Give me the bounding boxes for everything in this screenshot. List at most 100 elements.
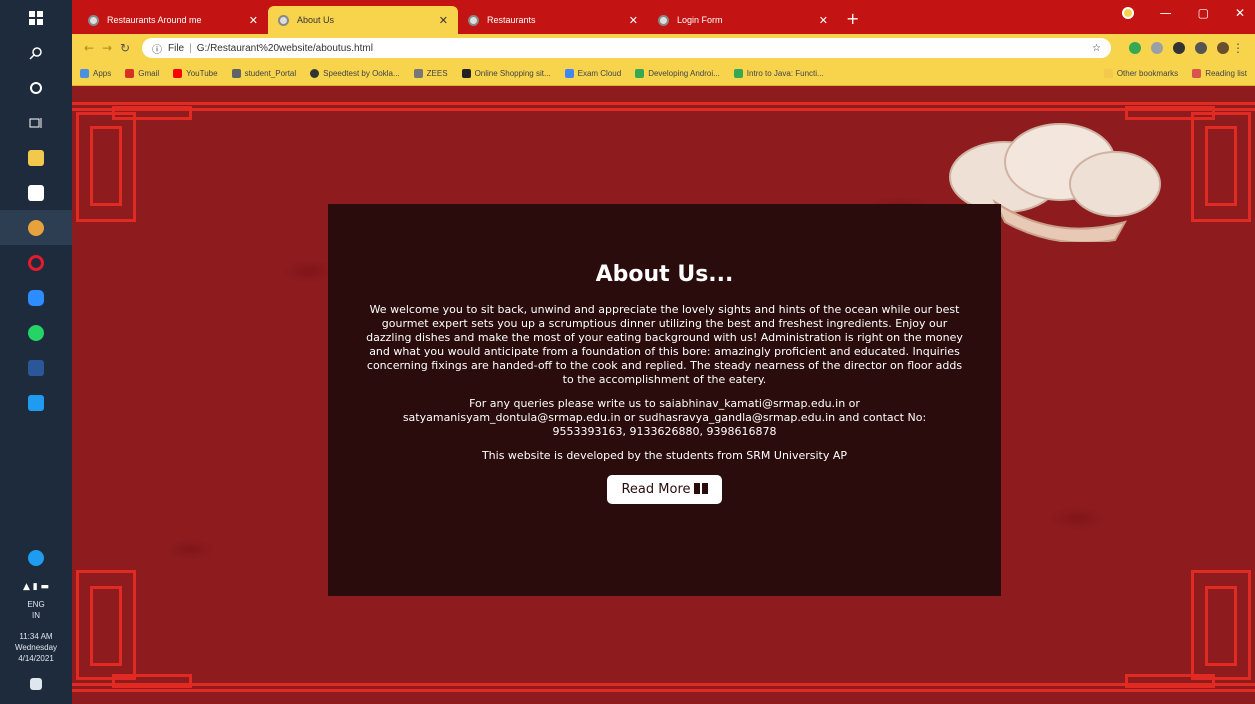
- minimize-icon[interactable]: —: [1160, 6, 1172, 20]
- bookmark-item[interactable]: Speedtest by Ookla...: [310, 69, 400, 78]
- opera-icon[interactable]: [0, 245, 72, 280]
- back-icon[interactable]: ←: [80, 41, 98, 55]
- bookmark-label: Developing Androi...: [648, 69, 720, 78]
- frame-bottom-line: [72, 689, 1255, 692]
- gmail-icon: [125, 69, 135, 78]
- url-separator: |: [189, 42, 192, 54]
- globe-icon: [658, 14, 669, 26]
- bookmark-item[interactable]: Online Shopping sit...: [461, 69, 551, 78]
- store-icon[interactable]: [0, 175, 72, 210]
- bookmark-item[interactable]: Intro to Java: Functi...: [733, 69, 824, 78]
- extension-icon[interactable]: [1151, 42, 1163, 54]
- url-scheme: File: [168, 42, 185, 54]
- tab-login-form[interactable]: Login Form ✕: [648, 6, 838, 34]
- bookmark-item[interactable]: student_Portal: [231, 69, 296, 78]
- close-icon[interactable]: ✕: [439, 14, 448, 27]
- file-explorer-icon[interactable]: [0, 140, 72, 175]
- whatsapp-icon[interactable]: [0, 315, 72, 350]
- maximize-icon[interactable]: ▢: [1198, 6, 1209, 20]
- read-more-button[interactable]: Read More: [607, 475, 722, 504]
- new-tab-button[interactable]: +: [846, 9, 859, 28]
- address-bar[interactable]: ⓘ File | G:/Restaurant%20website/aboutus…: [142, 38, 1111, 58]
- region-code: IN: [32, 611, 40, 620]
- bookmark-label: Gmail: [138, 69, 160, 78]
- toolbar: ← → ↻ ⓘ File | G:/Restaurant%20website/a…: [72, 34, 1255, 62]
- close-icon[interactable]: ✕: [629, 14, 638, 27]
- folder-icon: [1103, 69, 1113, 78]
- tab-restaurants-around-me[interactable]: Restaurants Around me ✕: [78, 6, 268, 34]
- other-bookmarks[interactable]: Other bookmarks: [1103, 69, 1178, 78]
- cloud-icon: [564, 69, 574, 78]
- frame-top-line: [72, 108, 1255, 111]
- bookmark-item[interactable]: YouTube: [173, 69, 218, 78]
- forward-icon[interactable]: →: [98, 41, 116, 55]
- bookmark-label: ZEES: [426, 69, 448, 78]
- speedtest-icon: [310, 69, 320, 78]
- globe-icon: [278, 14, 289, 26]
- page-viewport[interactable]: About Us... We welcome you to sit back, …: [72, 86, 1255, 704]
- task-view-icon[interactable]: [0, 105, 72, 140]
- frame-corner-inner: [1205, 586, 1237, 666]
- course-icon: [733, 69, 743, 78]
- lang-indicator[interactable]: ENG IN: [27, 599, 44, 621]
- clock[interactable]: 11:34 AM Wednesday 4/14/2021: [15, 631, 57, 664]
- cortana-icon[interactable]: [0, 70, 72, 105]
- system-tray: ▲ ▮ ▬ ENG IN 11:34 AM Wednesday 4/14/202…: [0, 540, 72, 704]
- bookmark-item[interactable]: Apps: [80, 69, 111, 78]
- reload-icon[interactable]: ↻: [116, 41, 134, 55]
- window-controls: — ▢ ✕: [1121, 6, 1245, 20]
- info-icon[interactable]: ⓘ: [152, 41, 162, 56]
- read-more-label: Read More: [621, 482, 691, 497]
- amazon-icon: [461, 69, 471, 78]
- bookmark-item[interactable]: ZEES: [413, 69, 448, 78]
- close-window-icon[interactable]: ✕: [1235, 6, 1245, 20]
- contact-info: For any queries please write us to saiab…: [402, 397, 927, 438]
- close-icon[interactable]: ✕: [819, 14, 828, 27]
- extension-icon[interactable]: [1173, 42, 1185, 54]
- about-description: We welcome you to sit back, unwind and a…: [366, 303, 963, 386]
- tab-strip: Restaurants Around me ✕ About Us ✕ Resta…: [72, 0, 1255, 34]
- frame-corner-inner: [1125, 106, 1215, 120]
- search-icon[interactable]: [0, 35, 72, 70]
- bookmark-label: Intro to Java: Functi...: [746, 69, 824, 78]
- clock-day: Wednesday: [14, 643, 58, 652]
- tab-label: About Us: [297, 15, 335, 25]
- frame-top-line: [72, 102, 1255, 105]
- tab-restaurants[interactable]: Restaurants ✕: [458, 6, 648, 34]
- menu-kebab-icon[interactable]: ⋮: [1229, 41, 1247, 55]
- apps-icon: [80, 69, 89, 78]
- frame-corner-inner: [90, 586, 122, 666]
- reading-list[interactable]: Reading list: [1192, 69, 1247, 78]
- windows-start-icon[interactable]: [0, 0, 72, 35]
- tray-overflow-icon[interactable]: ▲ ▮ ▬: [0, 575, 72, 599]
- frame-bottom-line: [72, 683, 1255, 686]
- frame-corner-inner: [1125, 674, 1215, 688]
- bookmark-item[interactable]: Gmail: [125, 69, 159, 78]
- tab-label: Restaurants Around me: [107, 15, 202, 25]
- android-icon: [635, 69, 645, 78]
- windows-taskbar: ▲ ▮ ▬ ENG IN 11:34 AM Wednesday 4/14/202…: [0, 0, 72, 704]
- book-icon: [693, 483, 708, 494]
- bookmark-star-icon[interactable]: ☆: [1092, 43, 1101, 54]
- chrome-icon[interactable]: [0, 210, 72, 245]
- browser-window: Restaurants Around me ✕ About Us ✕ Resta…: [72, 0, 1255, 704]
- profile-icon[interactable]: [1121, 7, 1134, 19]
- close-icon[interactable]: ✕: [249, 14, 258, 27]
- avatar[interactable]: [1217, 42, 1229, 54]
- globe-icon: [88, 14, 99, 26]
- word-icon[interactable]: [0, 350, 72, 385]
- bookmark-item[interactable]: Developing Androi...: [635, 69, 720, 78]
- bookmark-label: Apps: [93, 69, 112, 78]
- zoom-icon[interactable]: [0, 280, 72, 315]
- tab-about-us[interactable]: About Us ✕: [268, 6, 458, 34]
- extensions-puzzle-icon[interactable]: [1195, 42, 1207, 54]
- reading-list-icon: [1192, 69, 1202, 78]
- bookmark-item[interactable]: Exam Cloud: [564, 69, 622, 78]
- notification-icon[interactable]: [0, 664, 72, 704]
- vscode-icon[interactable]: [0, 385, 72, 420]
- help-icon[interactable]: [0, 540, 72, 575]
- frame-corner-inner: [90, 126, 122, 206]
- bookmark-label: Exam Cloud: [577, 69, 622, 78]
- zees-icon: [413, 69, 423, 78]
- extension-icon[interactable]: [1129, 42, 1141, 54]
